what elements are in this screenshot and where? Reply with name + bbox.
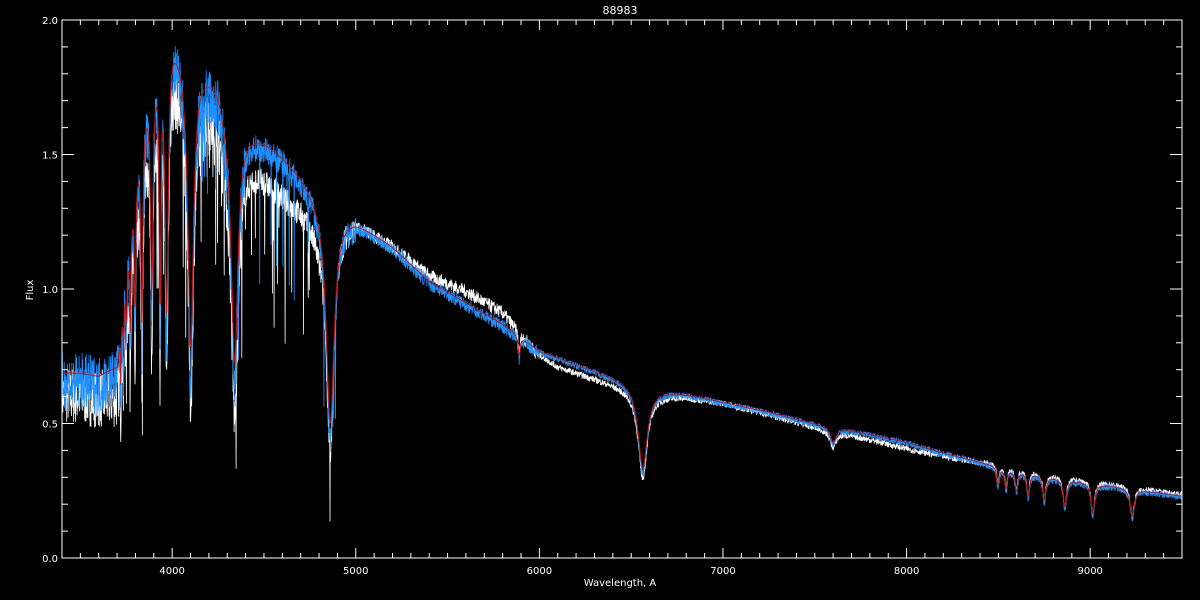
y-tick-label: 1.0 (42, 285, 58, 296)
x-tick-label: 7000 (710, 566, 735, 577)
x-tick-label: 9000 (1077, 566, 1102, 577)
spectrum-chart: 88983 Flux Wavelength, A 4000 5000 6000 700… (0, 0, 1200, 600)
x-axis-label: Wavelength, A (584, 578, 657, 589)
y-tick-label: 1.5 (42, 151, 58, 162)
x-tick-label: 8000 (894, 566, 919, 577)
chart-title: 88983 (603, 4, 638, 17)
y-tick-label: 0.5 (42, 420, 58, 431)
x-tick-label: 6000 (527, 566, 552, 577)
x-tick-label: 4000 (159, 566, 184, 577)
y-tick-label: 0.0 (42, 554, 58, 565)
y-tick-label: 2.0 (42, 16, 58, 27)
x-tick-label: 5000 (343, 566, 368, 577)
y-axis-label: Flux (25, 280, 36, 301)
